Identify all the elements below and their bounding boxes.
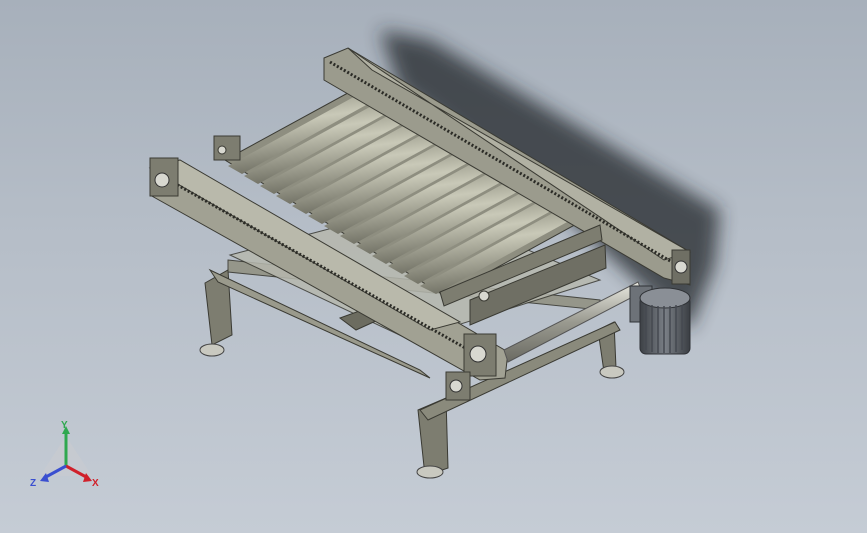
z-axis-label: Z — [30, 478, 36, 489]
drive-motor — [629, 285, 691, 355]
leveling-feet — [199, 343, 625, 479]
x-axis-label: X — [92, 478, 99, 489]
coordinate-triad-icon[interactable]: Y X Z — [26, 418, 106, 492]
graphics-viewport[interactable]: Y X Z — [0, 0, 867, 533]
y-axis-label: Y — [61, 420, 68, 431]
conveyor-3d-model[interactable] — [0, 0, 867, 533]
